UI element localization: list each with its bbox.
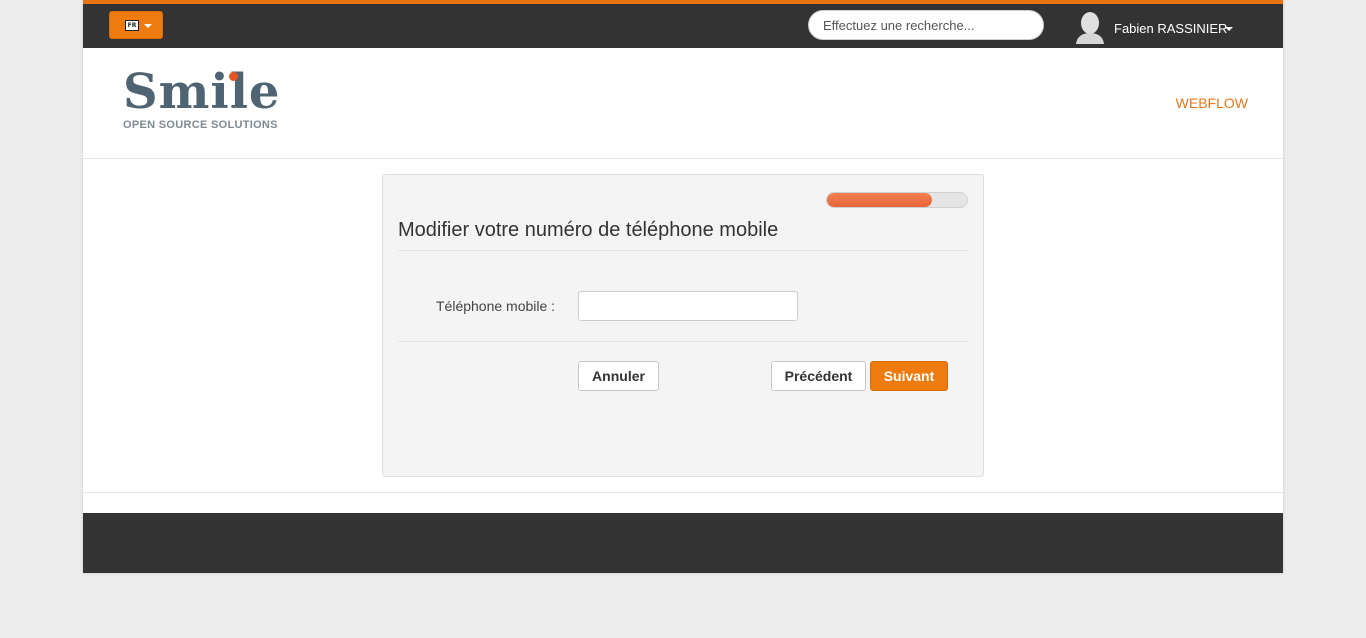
user-name: Fabien RASSINIER bbox=[1114, 21, 1228, 36]
language-selector-button[interactable]: FR bbox=[109, 11, 163, 39]
wizard-progress-fill bbox=[827, 193, 932, 207]
site-footer bbox=[83, 513, 1283, 573]
title-divider bbox=[398, 250, 968, 251]
previous-button[interactable]: Précédent bbox=[771, 361, 866, 391]
cancel-button[interactable]: Annuler bbox=[578, 361, 659, 391]
content-divider bbox=[83, 492, 1283, 493]
flag-icon: FR bbox=[125, 20, 139, 31]
site-header: Smile OPEN SOURCE SOLUTIONS WEBFLOW bbox=[83, 48, 1283, 159]
logo-wordmark: Smile bbox=[123, 64, 281, 120]
mobile-phone-input[interactable] bbox=[578, 291, 798, 321]
user-menu[interactable]: Fabien RASSINIER bbox=[1073, 8, 1243, 46]
page: FR Fabien RASSINIER Smile OPEN SOURCE SO… bbox=[83, 0, 1283, 573]
form-title: Modifier votre numéro de téléphone mobil… bbox=[398, 219, 779, 241]
logo-dot bbox=[229, 72, 238, 81]
smile-logo[interactable]: Smile OPEN SOURCE SOLUTIONS bbox=[123, 64, 293, 138]
caret-down-icon bbox=[1225, 27, 1233, 31]
actions-divider bbox=[398, 341, 968, 342]
nav-link-webflow[interactable]: WEBFLOW bbox=[1176, 95, 1248, 111]
phone-field-label: Téléphone mobile : bbox=[436, 298, 556, 314]
top-bar: FR Fabien RASSINIER bbox=[83, 0, 1283, 48]
search-input[interactable] bbox=[808, 10, 1044, 40]
user-silhouette-icon bbox=[1076, 12, 1104, 44]
wizard-progress-bar bbox=[826, 192, 968, 208]
next-button[interactable]: Suivant bbox=[870, 361, 948, 391]
logo-tagline: OPEN SOURCE SOLUTIONS bbox=[123, 119, 278, 131]
phone-update-form-panel: Modifier votre numéro de téléphone mobil… bbox=[382, 174, 984, 477]
caret-down-icon bbox=[144, 24, 152, 28]
